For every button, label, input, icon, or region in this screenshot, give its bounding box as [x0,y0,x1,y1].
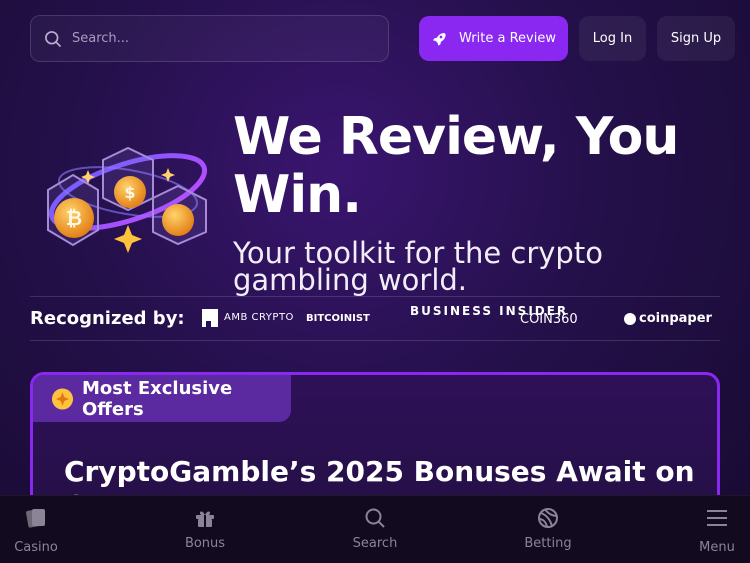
svg-text:$: $ [124,183,135,202]
hero-title: We Review, You Win. [233,107,679,225]
header: Write a Review Log In Sign Up [30,15,735,62]
signup-button[interactable]: Sign Up [657,16,735,61]
search-input[interactable] [72,31,352,46]
search-icon [45,30,62,47]
hero-subtitle: Your toolkit for the crypto gambling wor… [233,236,603,297]
bottom-nav: Casino Bonus Search Betting Menu [0,495,750,563]
coinpaper-mark-icon [624,312,636,325]
nav-betting[interactable]: Betting [503,496,593,563]
recognized-by-bar: Recognized by: AMB CRYPTO BITCOINIST BUS… [30,296,720,341]
amb-mark-icon [202,309,218,327]
write-review-label: Write a Review [459,31,556,46]
amb-crypto-logo: AMB CRYPTO [202,309,294,327]
nav-search[interactable]: Search [330,496,420,563]
nav-menu[interactable]: Menu [672,496,750,563]
write-review-button[interactable]: Write a Review [419,16,568,61]
login-label: Log In [592,31,633,46]
search-box[interactable] [30,15,389,62]
svg-text:₿: ₿ [66,206,82,230]
login-button[interactable]: Log In [579,16,646,61]
star-badge-icon [51,387,74,410]
coinpaper-logo: coinpaper [624,311,712,326]
search-icon [365,508,385,528]
bitcoinist-logo: BITCOINIST [306,313,370,324]
cards-icon [26,509,45,528]
recognized-by-label: Recognized by: [30,308,185,329]
ball-icon [538,508,558,528]
crypto-coins-illustration: ₿ $ [47,146,208,253]
rocket-icon [433,32,446,46]
coin360-logo: COIN360 [520,312,578,327]
hamburger-icon [707,510,727,526]
offers-tab-label: Most Exclusive Offers [81,377,233,420]
nav-bonus[interactable]: Bonus [160,496,250,563]
nav-casino[interactable]: Casino [0,496,81,563]
signup-label: Sign Up [670,31,722,46]
offers-tab: Most Exclusive Offers [33,375,291,422]
gift-icon [196,511,214,527]
